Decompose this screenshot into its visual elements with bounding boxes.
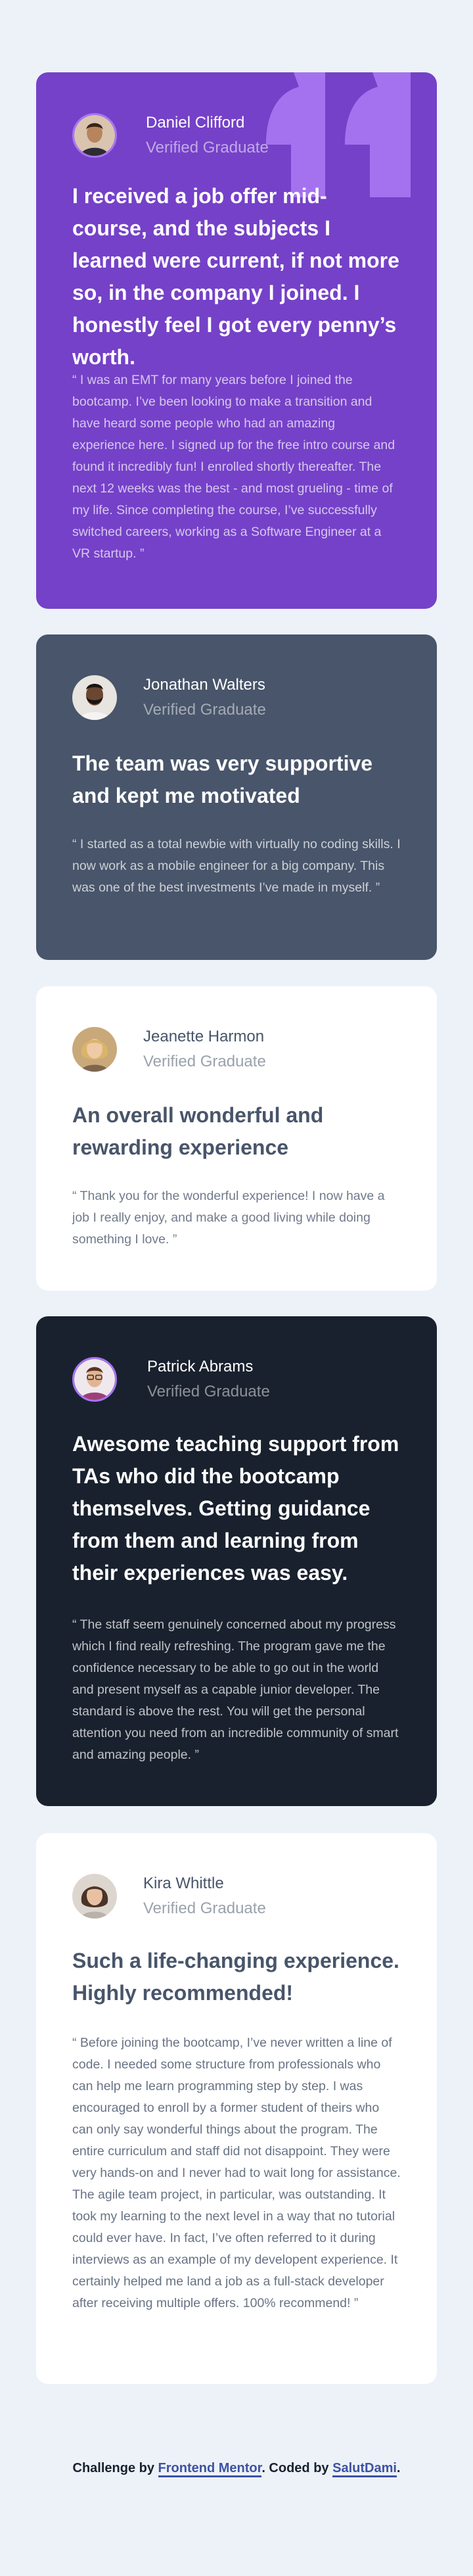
- author-role: Verified Graduate: [143, 1053, 266, 1070]
- portrait-woman-dark-hair-icon: [72, 1874, 117, 1919]
- avatar: [72, 1357, 117, 1402]
- author-name: Patrick Abrams: [147, 1358, 254, 1375]
- footer-prefix: Challenge by: [72, 2461, 158, 2475]
- footer-suffix: .: [396, 2461, 401, 2475]
- testimonial-headline: I received a job offer mid-course, and t…: [72, 184, 399, 369]
- author-role: Verified Graduate: [143, 1899, 266, 1917]
- testimonial-quote: “ Thank you for the wonderful experience…: [72, 1189, 385, 1247]
- author-header: Jeanette Harmon Verified Graduate: [72, 1024, 266, 1074]
- author-role: Verified Graduate: [143, 701, 266, 719]
- author-header: Jonathan Walters Verified Graduate: [72, 673, 266, 723]
- footer-attribution: Challenge by Frontend Mentor. Coded by S…: [0, 2459, 473, 2477]
- author-name: Jonathan Walters: [143, 676, 265, 694]
- frontend-mentor-link[interactable]: Frontend Mentor: [158, 2461, 262, 2477]
- testimonial-card-daniel: Daniel Clifford Verified Graduate I rece…: [36, 72, 437, 609]
- testimonial-quote: “ Before joining the bootcamp, I’ve neve…: [72, 2036, 401, 2310]
- author-header: Kira Whittle Verified Graduate: [72, 1871, 266, 1921]
- portrait-man-beard-icon: [72, 675, 117, 720]
- author-header: Daniel Clifford Verified Graduate: [72, 110, 269, 160]
- avatar: [72, 113, 117, 158]
- portrait-man-short-hair-icon: [74, 115, 115, 156]
- portrait-woman-blonde-icon: [72, 1027, 117, 1072]
- author-name: Daniel Clifford: [146, 114, 245, 131]
- testimonial-quote: “ I started as a total newbie with virtu…: [72, 837, 401, 895]
- testimonial-headline: An overall wonderful and rewarding exper…: [72, 1103, 324, 1159]
- avatar: [72, 675, 117, 720]
- avatar: [72, 1027, 117, 1072]
- footer-middle: . Coded by: [261, 2461, 333, 2475]
- testimonial-headline: Awesome teaching support from TAs who di…: [72, 1432, 399, 1585]
- author-role: Verified Graduate: [146, 139, 269, 156]
- testimonial-quote: “ The staff seem genuinely concerned abo…: [72, 1617, 399, 1762]
- avatar: [72, 1874, 117, 1919]
- testimonial-headline: The team was very supportive and kept me…: [72, 751, 373, 807]
- testimonial-headline: Such a life-changing experience. Highly …: [72, 1949, 399, 2005]
- salutdami-link[interactable]: SalutDami: [332, 2461, 397, 2477]
- author-name: Jeanette Harmon: [143, 1028, 265, 1045]
- portrait-man-glasses-icon: [74, 1359, 115, 1400]
- testimonial-card-jonathan: Jonathan Walters Verified Graduate The t…: [36, 634, 437, 960]
- testimonial-quote: “ I was an EMT for many years before I j…: [72, 373, 395, 561]
- author-role: Verified Graduate: [147, 1383, 270, 1400]
- testimonial-card-kira: Kira Whittle Verified Graduate Such a li…: [36, 1833, 437, 2384]
- author-name: Kira Whittle: [143, 1874, 224, 1892]
- testimonial-card-jeanette: Jeanette Harmon Verified Graduate An ove…: [36, 986, 437, 1291]
- testimonial-card-patrick: Patrick Abrams Verified Graduate Awesome…: [36, 1316, 437, 1806]
- author-header: Patrick Abrams Verified Graduate: [72, 1354, 270, 1404]
